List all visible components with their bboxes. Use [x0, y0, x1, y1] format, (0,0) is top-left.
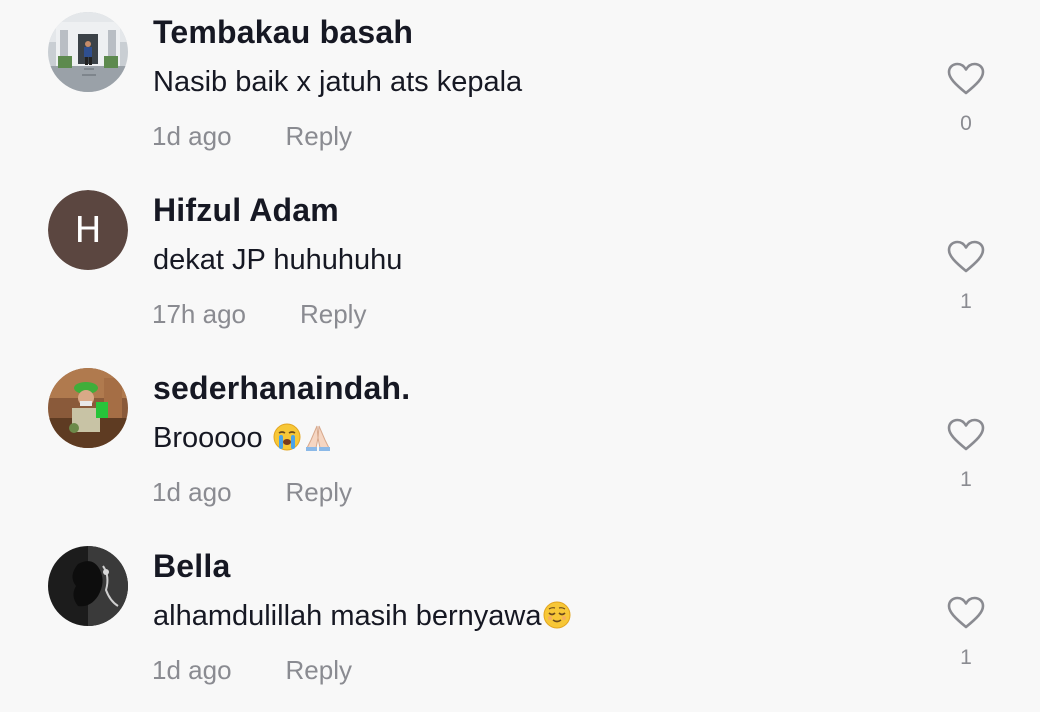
comment-time: 1d ago: [152, 655, 232, 685]
comment-time: 1d ago: [152, 121, 232, 151]
like-count: 1: [960, 646, 972, 669]
comment-text-content: Brooooo: [153, 422, 271, 454]
comment-text-content: Nasib baik x jatuh ats kepala: [153, 66, 523, 98]
loudly-crying-face-icon: [273, 423, 301, 451]
avatar[interactable]: [48, 12, 128, 92]
comment-item: sederhanaindah. Brooooo 1d ago Reply 1: [0, 356, 1040, 534]
avatar-photo-icon: [48, 368, 128, 448]
heart-icon[interactable]: [947, 240, 985, 274]
reply-button[interactable]: Reply: [286, 477, 352, 507]
avatar[interactable]: [48, 368, 128, 448]
comment-username[interactable]: sederhanaindah.: [153, 370, 410, 407]
comment-meta: 1d ago Reply: [152, 477, 352, 508]
avatar[interactable]: [48, 546, 128, 626]
comment-meta: 1d ago Reply: [152, 121, 352, 152]
comment-meta: 17h ago Reply: [152, 299, 366, 330]
comment-item: H Hifzul Adam dekat JP huhuhuhu 17h ago R…: [0, 178, 1040, 356]
like-count: 1: [960, 290, 972, 313]
heart-icon[interactable]: [947, 418, 985, 452]
like-control: 1: [944, 596, 988, 670]
avatar-letter: H: [48, 190, 128, 270]
comment-text: alhamdulillah masih bernyawa: [153, 600, 572, 633]
heart-icon[interactable]: [947, 62, 985, 96]
comment-text: Brooooo: [153, 422, 333, 455]
comment-list: Tembakau basah Nasib baik x jatuh ats ke…: [0, 0, 1040, 704]
comment-time: 17h ago: [152, 299, 246, 329]
avatar-photo-icon: [48, 12, 128, 92]
comment-item: Tembakau basah Nasib baik x jatuh ats ke…: [0, 0, 1040, 178]
like-count: 0: [960, 112, 972, 135]
comment-text-content: dekat JP huhuhuhu: [153, 244, 403, 276]
relieved-face-icon: [543, 601, 571, 629]
comment-username[interactable]: Hifzul Adam: [153, 192, 339, 229]
comment-time: 1d ago: [152, 477, 232, 507]
like-count: 1: [960, 468, 972, 491]
comment-text: Nasib baik x jatuh ats kepala: [153, 66, 522, 99]
like-control: 1: [944, 418, 988, 492]
heart-icon[interactable]: [947, 596, 985, 630]
reply-button[interactable]: Reply: [286, 121, 352, 151]
avatar-photo-icon: [48, 546, 128, 626]
comment-username[interactable]: Bella: [153, 548, 230, 585]
like-control: 1: [944, 240, 988, 314]
comment-item: Bella alhamdulillah masih bernyawa 1d ag…: [0, 534, 1040, 712]
folded-hands-icon: [305, 425, 330, 451]
reply-button[interactable]: Reply: [300, 299, 366, 329]
comment-meta: 1d ago Reply: [152, 655, 352, 686]
like-control: 0: [944, 62, 988, 136]
avatar[interactable]: H: [48, 190, 128, 270]
reply-button[interactable]: Reply: [286, 655, 352, 685]
comment-text: dekat JP huhuhuhu: [153, 244, 402, 277]
comment-username[interactable]: Tembakau basah: [153, 14, 413, 51]
comment-text-content: alhamdulillah masih bernyawa: [153, 600, 542, 632]
